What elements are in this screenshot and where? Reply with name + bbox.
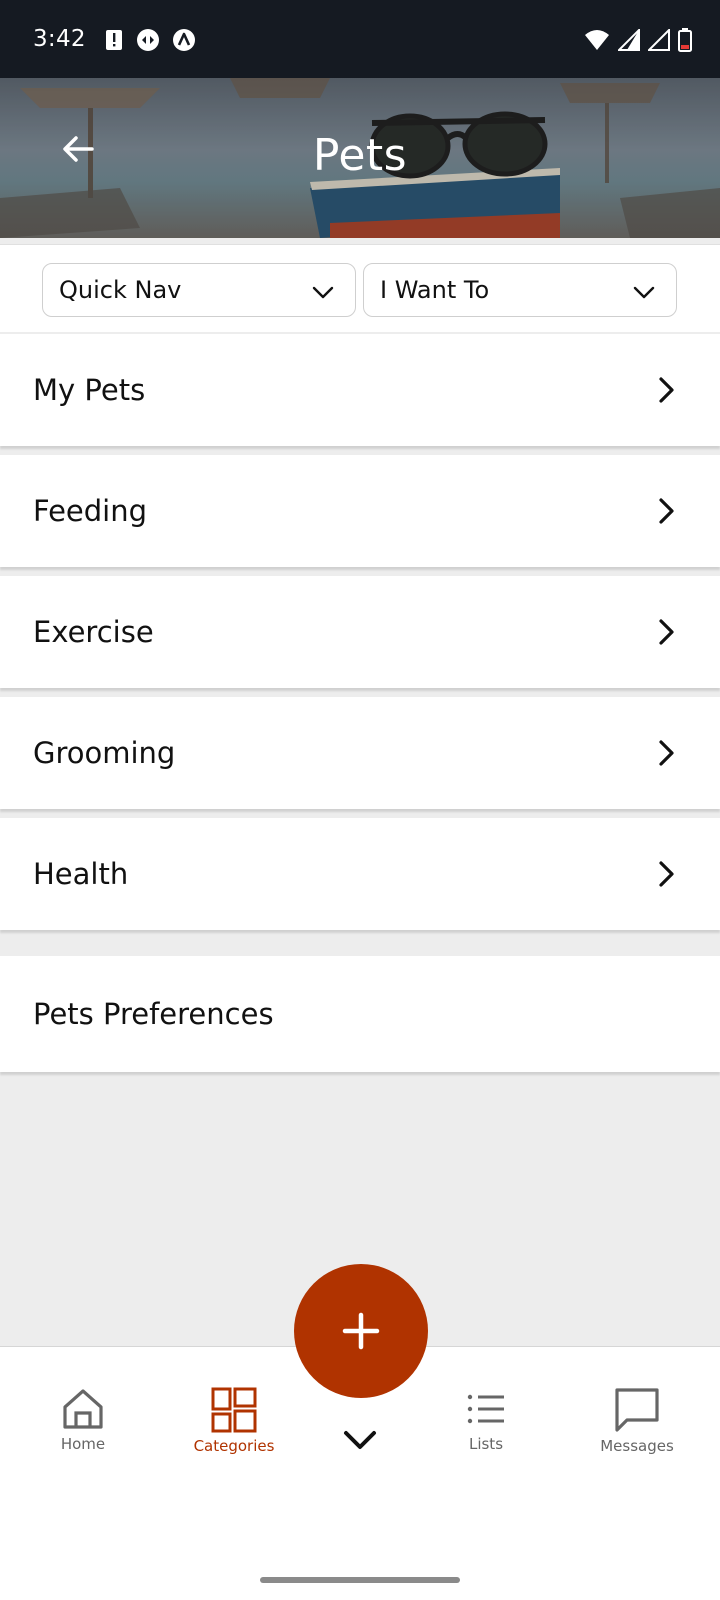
menu-item-my-pets[interactable]: My Pets	[0, 334, 720, 446]
menu-item-label: My Pets	[33, 373, 146, 407]
cast-icon	[137, 29, 159, 51]
nav-messages[interactable]: Messages	[572, 1387, 702, 1463]
chevron-down-icon[interactable]	[340, 1420, 380, 1460]
menu-item-label: Health	[33, 857, 129, 891]
nav-categories-label: Categories	[193, 1437, 275, 1455]
signal-icon	[648, 29, 670, 51]
page-title: Pets	[312, 130, 408, 181]
chevron-right-icon	[659, 861, 674, 887]
nav-lists-label: Lists	[468, 1435, 504, 1453]
dropdown-row: Quick Nav I Want To	[0, 244, 720, 332]
battery-icon	[678, 28, 692, 52]
chevron-right-icon	[659, 498, 674, 524]
nav-categories[interactable]: Categories	[169, 1387, 299, 1463]
status-right-icons	[584, 28, 692, 52]
quick-nav-label: Quick Nav	[59, 276, 182, 304]
message-icon	[615, 1388, 659, 1432]
menu-item-label: Feeding	[33, 494, 148, 528]
signal-icon	[618, 29, 640, 51]
home-icon	[63, 1389, 103, 1429]
chevron-down-icon	[312, 286, 334, 299]
menu-item-label: Exercise	[33, 615, 154, 649]
pets-preferences-item[interactable]: Pets Preferences	[0, 956, 720, 1072]
wifi-icon	[585, 30, 609, 50]
header-banner: Pets	[0, 78, 720, 238]
status-time: 3:42	[33, 26, 86, 52]
add-button[interactable]	[294, 1264, 428, 1398]
menu-item-exercise[interactable]: Exercise	[0, 576, 720, 688]
nav-home-label: Home	[60, 1435, 106, 1453]
alert-icon	[106, 30, 122, 50]
home-indicator[interactable]	[260, 1577, 460, 1583]
menu-item-feeding[interactable]: Feeding	[0, 455, 720, 567]
status-bar: 3:42	[0, 0, 720, 78]
i-want-to-label: I Want To	[380, 276, 490, 304]
list-icon	[467, 1394, 504, 1424]
chevron-right-icon	[659, 619, 674, 645]
quick-nav-dropdown[interactable]: Quick Nav	[42, 263, 356, 317]
nav-messages-label: Messages	[600, 1437, 674, 1455]
menu-item-health[interactable]: Health	[0, 818, 720, 930]
nav-icon	[173, 29, 195, 51]
menu-item-label: Grooming	[33, 736, 176, 770]
chevron-right-icon	[659, 740, 674, 766]
pets-preferences-label: Pets Preferences	[33, 997, 274, 1031]
categories-icon	[211, 1387, 257, 1433]
nav-home[interactable]: Home	[18, 1387, 148, 1463]
i-want-to-dropdown[interactable]: I Want To	[363, 263, 677, 317]
menu-item-grooming[interactable]: Grooming	[0, 697, 720, 809]
nav-lists[interactable]: Lists	[421, 1387, 551, 1463]
plus-icon	[342, 1312, 380, 1350]
chevron-down-icon	[633, 286, 655, 299]
chevron-right-icon	[659, 377, 674, 403]
